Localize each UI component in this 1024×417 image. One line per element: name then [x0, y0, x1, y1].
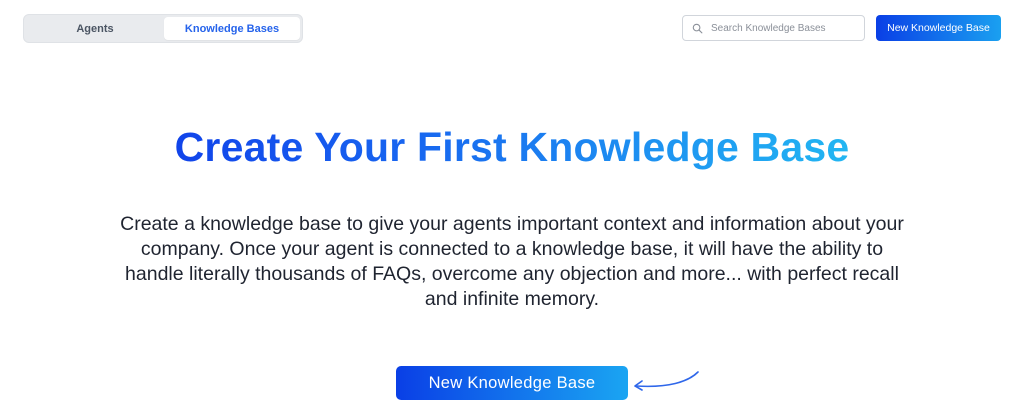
tab-agents[interactable]: Agents — [26, 17, 164, 40]
search-icon — [692, 23, 703, 33]
knowledge-bases-page: Agents Knowledge Bases New Knowledge Bas… — [0, 0, 1024, 417]
search-input[interactable] — [711, 22, 861, 34]
tab-knowledge-bases[interactable]: Knowledge Bases — [164, 17, 300, 40]
page-title-text: Create Your First Knowledge Base — [174, 124, 850, 170]
page-description: Create a knowledge base to give your age… — [120, 213, 904, 310]
search-box[interactable] — [682, 15, 865, 41]
create-knowledge-base-button[interactable]: New Knowledge Base — [396, 366, 628, 400]
view-tabs: Agents Knowledge Bases — [23, 14, 303, 43]
page-title: Create Your First Knowledge Base — [0, 124, 1024, 171]
curved-arrow-icon — [634, 371, 699, 391]
new-knowledge-base-button[interactable]: New Knowledge Base — [876, 15, 1001, 41]
